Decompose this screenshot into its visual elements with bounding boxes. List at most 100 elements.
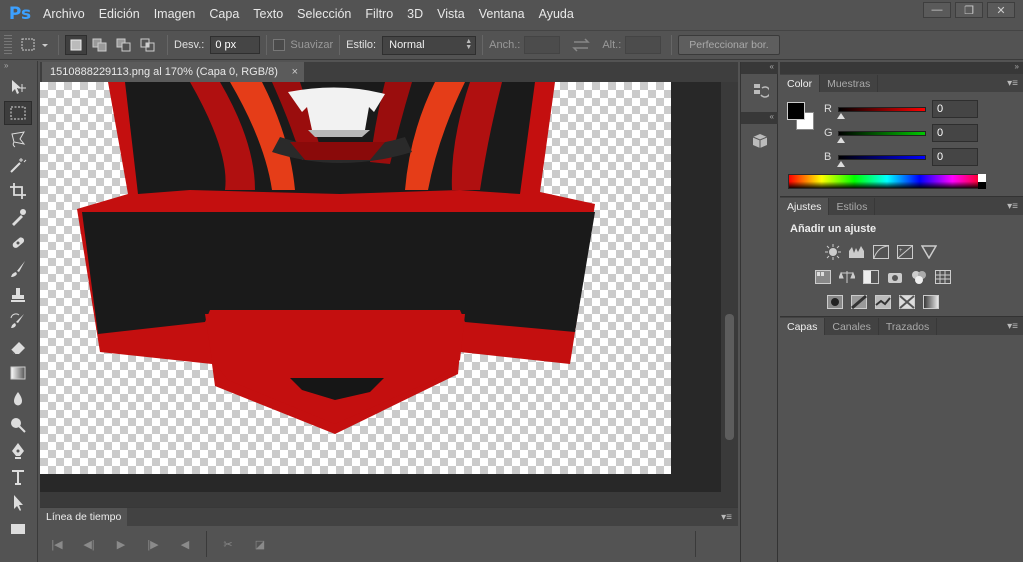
split-scissors-icon[interactable]: ✂ xyxy=(217,533,239,555)
invert-icon[interactable] xyxy=(826,294,844,310)
collapse-panels-icon[interactable]: » xyxy=(780,62,1023,74)
channel-mixer-icon[interactable] xyxy=(910,269,928,285)
first-frame-icon[interactable]: |◀ xyxy=(46,533,68,555)
tab-styles[interactable]: Estilos xyxy=(829,198,876,215)
tab-timeline[interactable]: Línea de tiempo xyxy=(40,508,128,526)
options-grip[interactable] xyxy=(4,35,12,55)
height-input[interactable] xyxy=(625,36,662,54)
menu-archivo[interactable]: Archivo xyxy=(36,7,92,21)
minimize-button[interactable]: — xyxy=(923,2,951,18)
levels-icon[interactable] xyxy=(848,244,866,260)
rectangle-shape-tool[interactable] xyxy=(4,517,32,541)
color-balance-icon[interactable] xyxy=(838,269,856,285)
panel-menu-icon[interactable]: ▾≡ xyxy=(1007,321,1018,332)
selective-color-icon[interactable] xyxy=(898,294,916,310)
panel-menu-icon[interactable]: ▾≡ xyxy=(721,512,732,523)
tab-paths[interactable]: Trazados xyxy=(879,318,938,335)
feather-input[interactable] xyxy=(210,36,261,54)
refine-edge-button[interactable]: Perfeccionar bor. xyxy=(678,35,780,55)
new-selection-button[interactable] xyxy=(65,35,87,55)
close-tab-icon[interactable]: × xyxy=(292,66,298,78)
white-swatch[interactable] xyxy=(978,174,986,182)
dodge-tool[interactable] xyxy=(4,413,32,437)
collapse-icon[interactable]: » xyxy=(0,61,37,73)
history-panel-button[interactable] xyxy=(746,78,774,104)
menu-ayuda[interactable]: Ayuda xyxy=(532,7,581,21)
vertical-scrollbar[interactable] xyxy=(721,82,738,492)
tab-channels[interactable]: Canales xyxy=(825,318,879,335)
previous-frame-icon[interactable]: ◀| xyxy=(78,533,100,555)
transition-icon[interactable]: ◪ xyxy=(249,533,271,555)
expand-panels-icon[interactable]: « xyxy=(741,62,778,74)
color-lookup-icon[interactable] xyxy=(934,269,952,285)
slider-knob[interactable] xyxy=(837,112,845,119)
menu-ventana[interactable]: Ventana xyxy=(472,7,532,21)
tab-color[interactable]: Color xyxy=(780,75,821,92)
foreground-color-swatch[interactable] xyxy=(787,102,805,120)
menu-texto[interactable]: Texto xyxy=(246,7,290,21)
menu-edicion[interactable]: Edición xyxy=(92,7,147,21)
menu-filtro[interactable]: Filtro xyxy=(358,7,400,21)
color-spectrum-ramp[interactable] xyxy=(788,174,986,189)
red-slider[interactable] xyxy=(837,106,926,119)
menu-vista[interactable]: Vista xyxy=(430,7,472,21)
slider-knob[interactable] xyxy=(837,136,845,143)
magic-wand-tool[interactable] xyxy=(4,153,32,177)
rect-marquee-tool[interactable] xyxy=(4,101,32,125)
photo-filter-icon[interactable] xyxy=(886,269,904,285)
antialias-checkbox[interactable] xyxy=(273,39,286,51)
eyedropper-tool[interactable] xyxy=(4,205,32,229)
black-white-icon[interactable] xyxy=(862,269,880,285)
clone-stamp-tool[interactable] xyxy=(4,283,32,307)
canvas-area[interactable] xyxy=(40,82,721,492)
document-tab[interactable]: 1510888229113.png al 170% (Capa 0, RGB/8… xyxy=(42,62,304,82)
tool-preset-picker[interactable] xyxy=(18,34,52,56)
threshold-icon[interactable] xyxy=(874,294,892,310)
menu-3d[interactable]: 3D xyxy=(400,7,430,21)
blue-value-input[interactable]: 0 xyxy=(932,148,978,166)
lasso-tool[interactable] xyxy=(4,127,32,151)
green-slider[interactable] xyxy=(837,130,926,143)
restore-button[interactable]: ❐ xyxy=(955,2,983,18)
healing-brush-tool[interactable] xyxy=(4,231,32,255)
hue-saturation-icon[interactable] xyxy=(814,269,832,285)
menu-imagen[interactable]: Imagen xyxy=(147,7,203,21)
close-window-button[interactable]: ✕ xyxy=(987,2,1015,18)
expand-panels-icon[interactable]: « xyxy=(741,112,778,124)
type-tool[interactable] xyxy=(4,465,32,489)
crop-tool[interactable] xyxy=(4,179,32,203)
pen-tool[interactable] xyxy=(4,439,32,463)
black-swatch[interactable] xyxy=(978,182,986,189)
tab-layers[interactable]: Capas xyxy=(780,318,826,335)
green-value-input[interactable]: 0 xyxy=(932,124,978,142)
3d-panel-button[interactable] xyxy=(746,128,774,154)
move-tool[interactable] xyxy=(4,75,32,99)
play-icon[interactable]: ▶ xyxy=(110,533,132,555)
scrollbar-thumb[interactable] xyxy=(725,314,734,440)
eraser-tool[interactable] xyxy=(4,335,32,359)
swap-dimensions-icon[interactable] xyxy=(566,37,596,53)
style-select[interactable]: Normal ▲ ▼ xyxy=(382,35,477,55)
curves-icon[interactable] xyxy=(872,244,890,260)
menu-seleccion[interactable]: Selección xyxy=(290,7,358,21)
brightness-contrast-icon[interactable] xyxy=(824,244,842,260)
blue-slider[interactable] xyxy=(837,154,926,167)
history-brush-tool[interactable] xyxy=(4,309,32,333)
tab-adjustments[interactable]: Ajustes xyxy=(780,198,830,215)
subtract-selection-button[interactable] xyxy=(113,35,135,55)
gradient-map-icon[interactable] xyxy=(922,294,940,310)
gradient-tool[interactable] xyxy=(4,361,32,385)
vibrance-icon[interactable] xyxy=(920,244,938,260)
exposure-icon[interactable]: + xyxy=(896,244,914,260)
intersect-selection-button[interactable] xyxy=(137,35,159,55)
audio-icon[interactable]: ◀ xyxy=(174,533,196,555)
add-selection-button[interactable] xyxy=(89,35,111,55)
next-frame-icon[interactable]: |▶ xyxy=(142,533,164,555)
menu-capa[interactable]: Capa xyxy=(202,7,246,21)
width-input[interactable] xyxy=(524,36,561,54)
path-selection-tool[interactable] xyxy=(4,491,32,515)
document-canvas[interactable] xyxy=(40,82,671,474)
panel-menu-icon[interactable]: ▾≡ xyxy=(1007,201,1018,212)
red-value-input[interactable]: 0 xyxy=(932,100,978,118)
slider-knob[interactable] xyxy=(837,160,845,167)
